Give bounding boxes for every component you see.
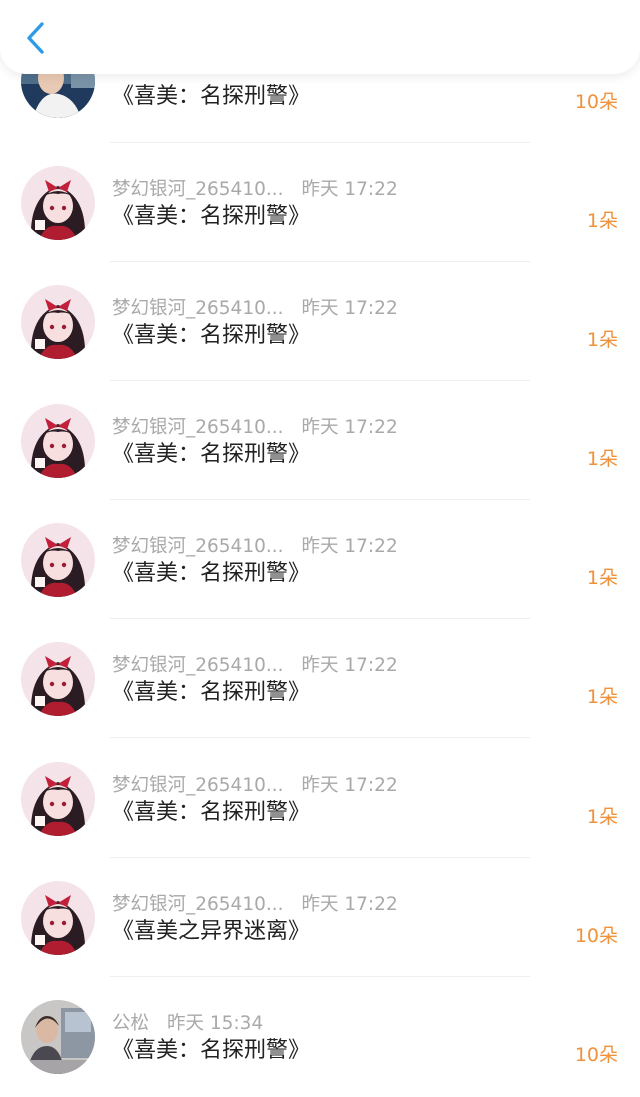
list-item[interactable]: 梦幻银河_265410... 昨天 17:22 《喜美：名探刑警》 1朵 xyxy=(0,523,640,642)
gift-amount: 10朵 xyxy=(574,91,618,113)
work-title[interactable]: 《喜美之异界迷离》 xyxy=(112,917,310,947)
avatar[interactable] xyxy=(21,881,95,955)
gift-amount: 1朵 xyxy=(586,448,618,470)
timestamp: 昨天 17:22 xyxy=(301,536,398,557)
back-button[interactable] xyxy=(16,16,56,60)
list-item[interactable]: 梦幻银河_265410... 昨天 17:22 《喜美：名探刑警》 1朵 xyxy=(0,166,640,285)
gift-amount: 1朵 xyxy=(586,329,618,351)
gift-amount: 1朵 xyxy=(586,806,618,828)
list-item[interactable]: 梦幻银河_265410... 昨天 17:22 《喜美：名探刑警》 1朵 xyxy=(0,285,640,404)
list-item[interactable]: 梦幻银河_265410... 昨天 17:22 《喜美：名探刑警》 1朵 xyxy=(0,642,640,761)
work-title[interactable]: 《喜美：名探刑警》 xyxy=(112,440,310,470)
work-title[interactable]: 《喜美：名探刑警》 xyxy=(112,1036,310,1066)
list-item[interactable]: 梦幻银河_265410... 昨天 17:22 《喜美：名探刑警》 1朵 xyxy=(0,404,640,523)
work-title[interactable]: 《喜美：名探刑警》 xyxy=(112,559,310,589)
divider xyxy=(110,142,530,143)
avatar[interactable] xyxy=(21,285,95,359)
gift-amount: 1朵 xyxy=(586,686,618,708)
gift-amount: 10朵 xyxy=(574,1044,618,1066)
work-title[interactable]: 《喜美：名探刑警》 xyxy=(112,798,310,828)
avatar[interactable] xyxy=(21,762,95,836)
divider xyxy=(110,857,530,858)
work-title[interactable]: 《喜美：名探刑警》 xyxy=(112,678,310,708)
divider xyxy=(110,380,530,381)
work-title[interactable]: 《喜美：名探刑警》 xyxy=(112,202,310,232)
avatar[interactable] xyxy=(21,642,95,716)
gift-amount: 1朵 xyxy=(586,567,618,589)
gift-list[interactable]: 《喜美：名探刑警》 10朵 梦幻银河_265410... 昨天 17:22 《喜… xyxy=(0,0,640,1097)
divider xyxy=(110,737,530,738)
sender-name[interactable]: 梦幻银河_265410... xyxy=(112,890,284,916)
sender-name[interactable]: 公松 xyxy=(112,1009,149,1035)
avatar[interactable] xyxy=(21,166,95,240)
timestamp: 昨天 15:34 xyxy=(167,1013,264,1034)
avatar[interactable] xyxy=(21,523,95,597)
timestamp: 昨天 17:22 xyxy=(301,655,398,676)
timestamp: 昨天 17:22 xyxy=(301,775,398,796)
nav-header xyxy=(0,0,640,74)
gift-amount: 1朵 xyxy=(586,210,618,232)
divider xyxy=(110,976,530,977)
avatar[interactable] xyxy=(21,1000,95,1074)
timestamp: 昨天 17:22 xyxy=(301,894,398,915)
list-item[interactable]: 梦幻银河_265410... 昨天 17:22 《喜美之异界迷离》 10朵 xyxy=(0,881,640,1000)
divider xyxy=(110,499,530,500)
divider xyxy=(110,618,530,619)
avatar[interactable] xyxy=(21,404,95,478)
sender-name[interactable]: 梦幻银河_265410... xyxy=(112,532,284,558)
list-item[interactable]: 公松 昨天 15:34 《喜美：名探刑警》 10朵 xyxy=(0,1000,640,1097)
sender-name[interactable]: 梦幻银河_265410... xyxy=(112,294,284,320)
timestamp: 昨天 17:22 xyxy=(301,417,398,438)
sender-name[interactable]: 梦幻银河_265410... xyxy=(112,651,284,677)
work-title[interactable]: 《喜美：名探刑警》 xyxy=(112,321,310,351)
sender-name[interactable]: 梦幻银河_265410... xyxy=(112,175,284,201)
list-item[interactable]: 梦幻银河_265410... 昨天 17:22 《喜美：名探刑警》 1朵 xyxy=(0,762,640,881)
divider xyxy=(110,261,530,262)
gift-amount: 10朵 xyxy=(574,925,618,947)
timestamp: 昨天 17:22 xyxy=(301,298,398,319)
gift-record-page: 《喜美：名探刑警》 10朵 梦幻银河_265410... 昨天 17:22 《喜… xyxy=(0,0,640,1097)
sender-name[interactable]: 梦幻银河_265410... xyxy=(112,771,284,797)
sender-name[interactable]: 梦幻银河_265410... xyxy=(112,413,284,439)
timestamp: 昨天 17:22 xyxy=(301,179,398,200)
work-title[interactable]: 《喜美：名探刑警》 xyxy=(112,82,310,112)
chevron-left-icon xyxy=(27,22,44,54)
